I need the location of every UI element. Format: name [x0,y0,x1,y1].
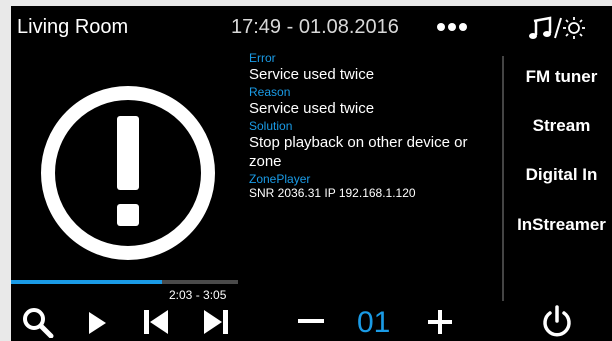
zoneplayer-value: SNR 2036.31 IP 192.168.1.120 [249,186,416,200]
error-info: Error Service used twice Reason Service … [249,52,499,202]
sources-divider [502,56,504,301]
minus-icon[interactable] [297,316,325,326]
zoneplayer-label: ZonePlayer [249,172,311,186]
solution-value: Stop playback on other device or zone [249,134,468,170]
room-name[interactable]: Living Room [17,16,128,39]
search-icon[interactable] [21,306,55,338]
previous-icon[interactable] [141,308,171,336]
play-icon[interactable] [85,310,109,336]
source-instreamer[interactable]: InStreamer [511,215,612,235]
slash-separator [554,17,562,39]
progress-bar[interactable] [11,280,238,284]
mode-icons[interactable] [528,12,592,42]
error-value: Service used twice [249,66,375,83]
reason-value: Service used twice [249,100,375,117]
brightness-icon [563,17,585,39]
next-icon[interactable] [201,308,231,336]
source-stream[interactable]: Stream [511,116,612,136]
music-note-icon [529,16,552,39]
datetime: 17:49 - 01.08.2016 [231,16,399,38]
zone-number: 01 [357,306,391,339]
reason-block: Reason Service used twice [249,86,499,118]
more-dots-icon[interactable] [437,18,473,34]
player-screen: Living Room 17:49 - 01.08.2016 Error Ser… [11,6,612,341]
solution-label: Solution [249,119,293,133]
zoneplayer-block: ZonePlayer SNR 2036.31 IP 192.168.1.120 [249,172,499,201]
source-digital-in[interactable]: Digital In [511,165,612,185]
progress-fill [11,280,162,284]
source-fm-tuner[interactable]: FM tuner [511,67,612,87]
error-label: Error [249,51,276,65]
warning-icon [41,86,215,260]
error-block: Error Service used twice [249,52,499,84]
power-icon[interactable] [539,304,575,340]
reason-label: Reason [249,85,291,99]
plus-icon[interactable] [427,309,453,335]
playback-time: 2:03 - 3:05 [169,288,227,302]
solution-block: Solution Stop playback on other device o… [249,120,499,171]
